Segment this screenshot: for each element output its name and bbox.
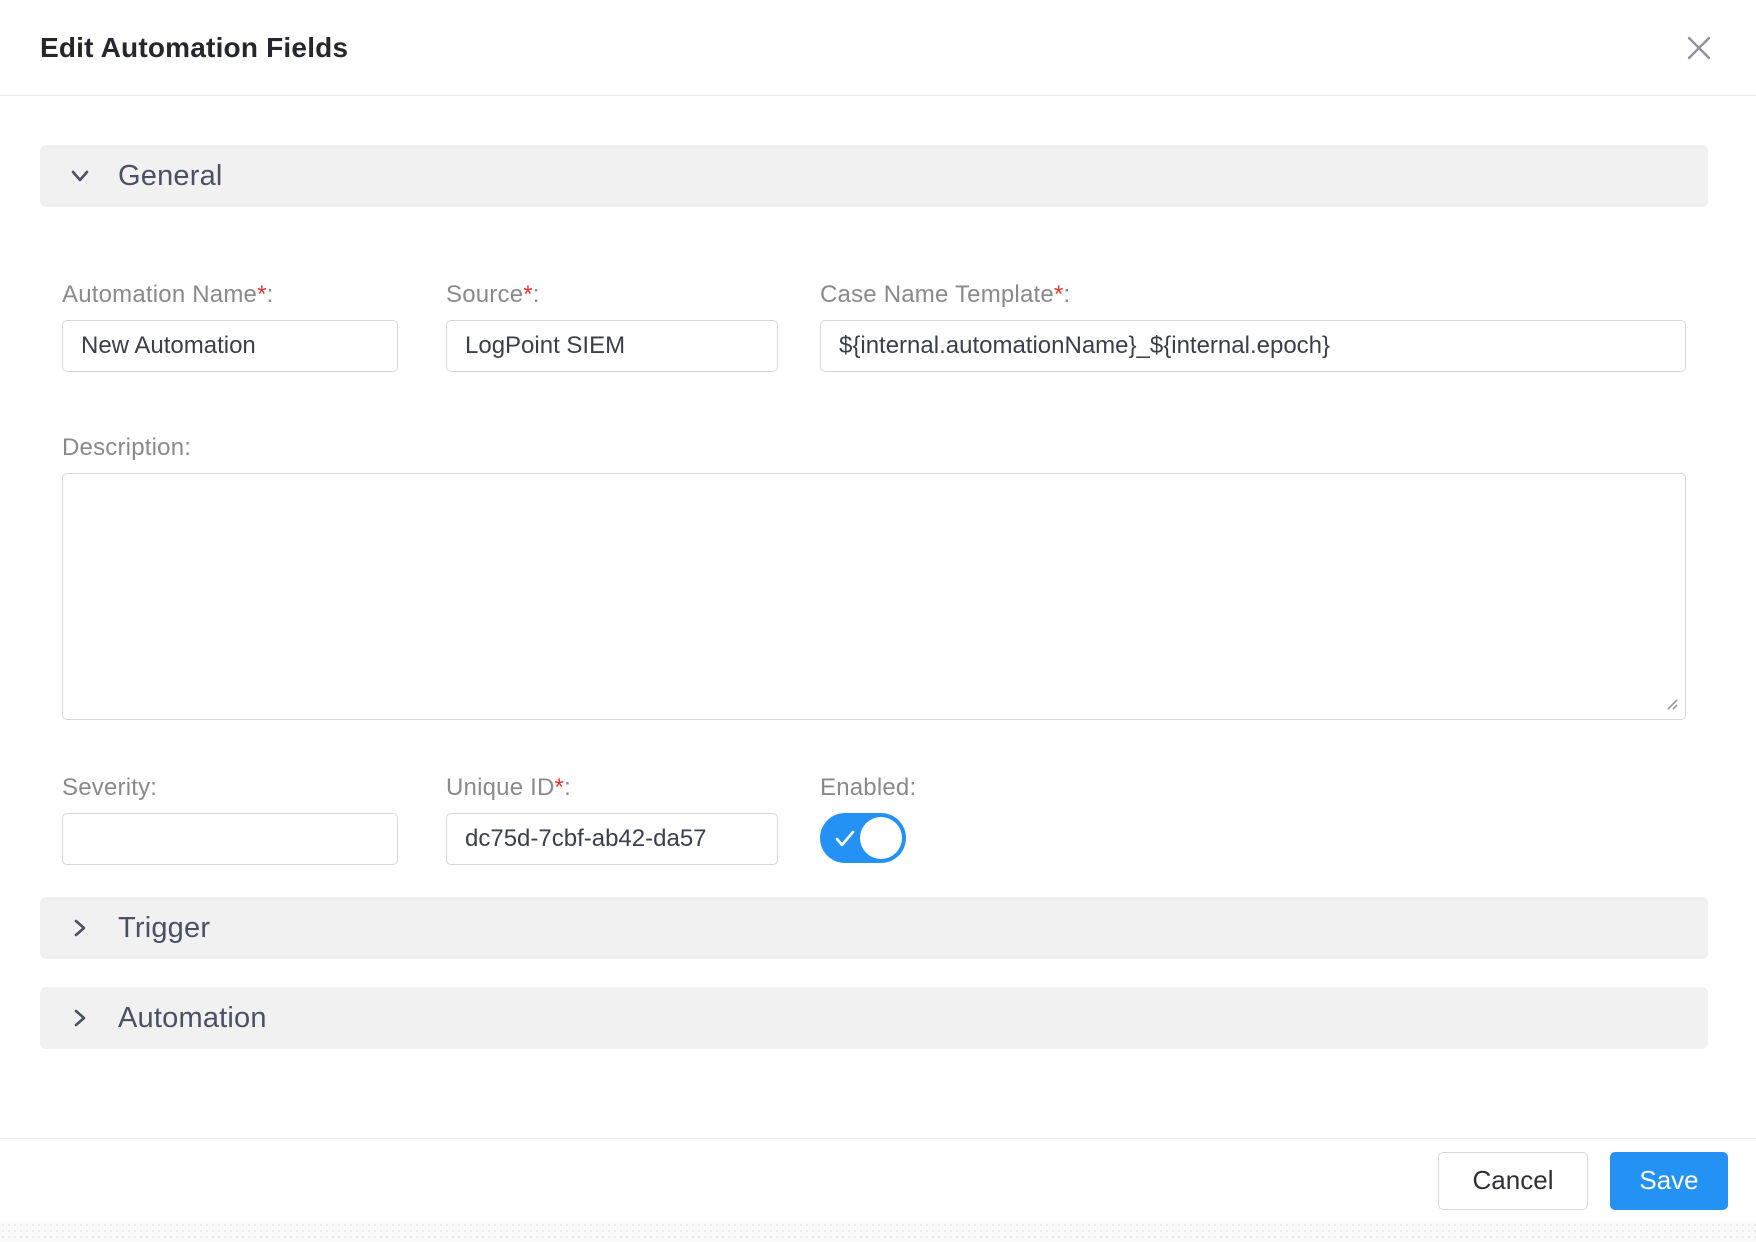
save-button[interactable]: Save — [1610, 1152, 1728, 1210]
enabled-field-group: Enabled: — [820, 774, 1686, 865]
description-textarea[interactable] — [62, 473, 1686, 720]
dialog-footer: Cancel Save — [0, 1138, 1756, 1222]
chevron-right-icon — [68, 1006, 92, 1030]
source-field-group: Source*: — [446, 281, 778, 372]
severity-input[interactable] — [62, 813, 398, 865]
source-label: Source*: — [446, 281, 778, 307]
unique-id-field-group: Unique ID*: — [446, 774, 778, 865]
section-header-general[interactable]: General — [40, 145, 1708, 207]
automation-name-field-group: Automation Name*: — [62, 281, 398, 372]
automation-name-input[interactable] — [62, 320, 398, 372]
section-header-trigger[interactable]: Trigger — [40, 897, 1708, 959]
required-asterisk: * — [555, 774, 565, 801]
required-asterisk: * — [257, 281, 267, 308]
severity-label: Severity: — [62, 774, 398, 800]
general-fields: Automation Name*: Source*: Case Name Tem… — [40, 281, 1708, 865]
section-header-automation[interactable]: Automation — [40, 987, 1708, 1049]
close-icon — [1684, 51, 1714, 66]
cancel-button[interactable]: Cancel — [1438, 1152, 1588, 1210]
page-background-strip — [0, 1222, 1756, 1242]
check-icon — [833, 827, 857, 851]
close-button[interactable] — [1678, 27, 1720, 69]
description-field-group: Description: — [62, 434, 1686, 720]
dialog-body: General Automation Name*: Source*: Case … — [0, 96, 1756, 1049]
enabled-label: Enabled: — [820, 774, 1686, 800]
dialog-title: Edit Automation Fields — [40, 32, 348, 64]
automation-name-label: Automation Name*: — [62, 281, 398, 307]
case-name-template-field-group: Case Name Template*: — [820, 281, 1686, 372]
resize-handle-icon[interactable] — [1664, 696, 1679, 711]
unique-id-input[interactable] — [446, 813, 778, 865]
section-label-general: General — [118, 160, 223, 193]
section-label-trigger: Trigger — [118, 912, 210, 945]
chevron-right-icon — [68, 916, 92, 940]
description-label: Description: — [62, 434, 1686, 460]
required-asterisk: * — [523, 281, 533, 308]
chevron-down-icon — [68, 164, 92, 188]
severity-field-group: Severity: — [62, 774, 398, 865]
dialog-header: Edit Automation Fields — [0, 0, 1756, 96]
source-input[interactable] — [446, 320, 778, 372]
enabled-toggle[interactable] — [820, 813, 906, 863]
case-name-template-label: Case Name Template*: — [820, 281, 1686, 307]
section-label-automation: Automation — [118, 1002, 267, 1035]
case-name-template-input[interactable] — [820, 320, 1686, 372]
unique-id-label: Unique ID*: — [446, 774, 778, 800]
toggle-knob — [860, 817, 902, 859]
